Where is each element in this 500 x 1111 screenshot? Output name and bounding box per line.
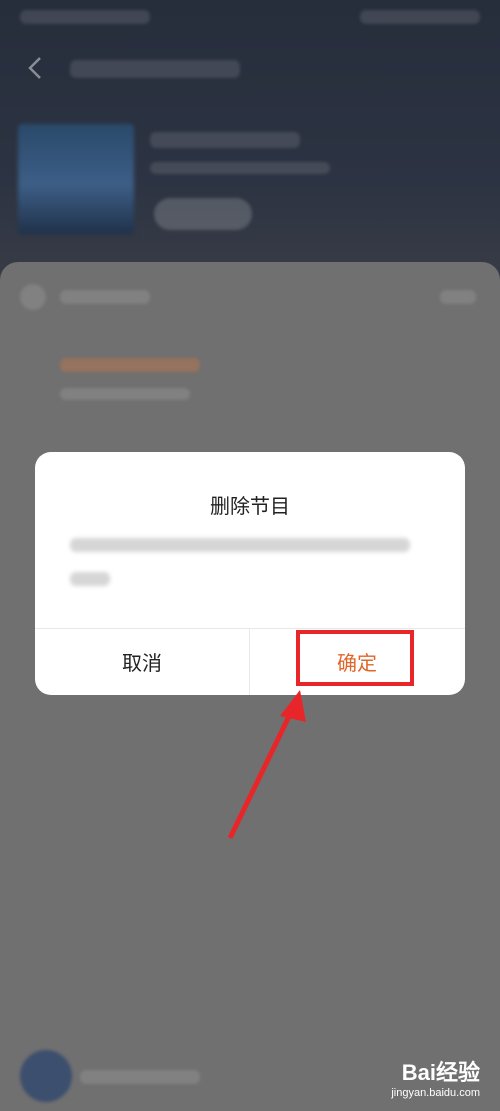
cancel-button[interactable]: 取消 (35, 628, 249, 695)
subscribe-button-blurred[interactable] (154, 198, 252, 230)
status-bar (0, 0, 500, 36)
program-cover-image (18, 124, 134, 234)
confirm-highlight-box (296, 630, 414, 686)
avatar (20, 1050, 72, 1102)
page-title-blurred (70, 60, 240, 78)
player-title-blurred (80, 1070, 200, 1084)
program-name-blurred (150, 132, 300, 148)
baidu-jingyan-watermark: Bai经验 jingyan.baidu.com (391, 1060, 480, 1099)
dialog-message-blurred (70, 538, 430, 606)
dialog-title: 删除节目 (210, 494, 290, 518)
program-meta-blurred (150, 162, 330, 174)
background-header (0, 0, 500, 300)
chevron-left-icon[interactable] (22, 54, 50, 82)
